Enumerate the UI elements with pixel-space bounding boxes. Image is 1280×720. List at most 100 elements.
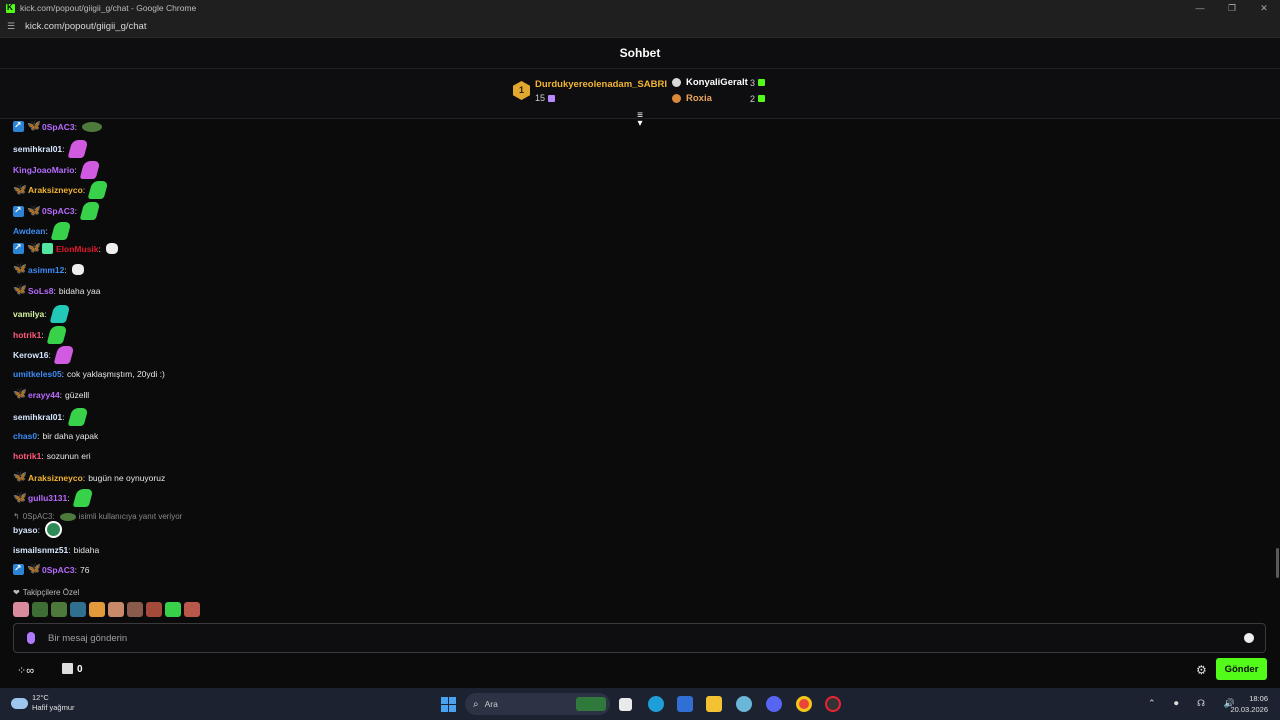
chat-message: hotrik1: xyxy=(13,326,68,344)
chat-username[interactable]: asimm12 xyxy=(28,265,64,275)
moderator-badge-icon xyxy=(13,205,24,217)
chat-username[interactable]: semihkral01 xyxy=(13,412,62,422)
discord-icon[interactable] xyxy=(766,696,782,712)
address-bar[interactable]: ☰ kick.com/popout/giigii_g/chat xyxy=(0,16,1280,38)
subscriber-badge-icon: 🦋 xyxy=(27,204,41,217)
leaderboard-second[interactable]: KonyaliGeralt 3 xyxy=(672,77,766,88)
microsoft-store-icon[interactable] xyxy=(677,696,693,712)
file-explorer-icon[interactable] xyxy=(706,696,722,712)
bronze-medal-icon xyxy=(672,94,681,103)
rank-1-badge: 1 xyxy=(513,81,530,100)
chat-message: 🦋 0SpAC3: xyxy=(13,202,101,220)
subscriber-badge-icon: 🦋 xyxy=(13,471,27,483)
chat-username[interactable]: 0SpAC3 xyxy=(42,565,75,575)
chat-username[interactable]: vamilya xyxy=(13,309,44,319)
task-view-icon[interactable] xyxy=(619,698,632,711)
quick-emote-icon[interactable] xyxy=(165,602,181,617)
url-text[interactable]: kick.com/popout/giigii_g/chat xyxy=(25,21,146,32)
round-emote-icon xyxy=(44,521,62,538)
taskbar-search[interactable]: ⌕ Ara xyxy=(465,693,610,715)
store-icon[interactable] xyxy=(62,663,73,674)
chrome-icon[interactable] xyxy=(796,696,812,712)
window-controls: — ❐ ✕ xyxy=(1184,0,1280,16)
site-settings-icon[interactable]: ☰ xyxy=(7,21,17,32)
close-button[interactable]: ✕ xyxy=(1248,0,1280,16)
chat-username[interactable]: hotrik1 xyxy=(13,330,41,340)
chat-username[interactable]: Araksizneyco xyxy=(28,473,83,483)
chat-username[interactable]: 0SpAC3 xyxy=(42,206,75,216)
chat-username[interactable]: ElonMusik xyxy=(56,244,99,254)
chat-scrollbar[interactable] xyxy=(1276,548,1279,578)
chat-username[interactable]: chas0 xyxy=(13,431,37,441)
chat-username[interactable]: SoLs8 xyxy=(28,286,54,296)
reply-arrow-icon: ↰ xyxy=(13,512,20,521)
quick-emote-icon[interactable] xyxy=(89,602,105,617)
chat-username[interactable]: 0SpAC3 xyxy=(42,122,75,132)
quick-emote-icon[interactable] xyxy=(146,602,162,617)
subscriber-badge-icon: 🦋 xyxy=(13,183,27,196)
settings-gear-icon[interactable]: ⚙ xyxy=(1196,663,1207,677)
leaderboard-first-count: 15 xyxy=(535,93,546,103)
quick-emote-icon[interactable] xyxy=(184,602,200,617)
quick-emote-icon[interactable] xyxy=(32,602,48,617)
store-count: 0 xyxy=(77,664,83,675)
chat-messages[interactable]: 🦋 0SpAC3: semihkral01: KingJoaoMario: 🦋 … xyxy=(0,119,1280,622)
chat-message-text: cok yaklaşmıştım, 20ydi :) xyxy=(67,369,165,379)
weather-widget[interactable]: 12°C Hafif yağmur xyxy=(11,693,75,713)
quick-emote-icon[interactable] xyxy=(108,602,124,617)
chat-username[interactable]: ismailsnmz51 xyxy=(13,545,68,555)
chat-message: 🦋 Araksizneyco: xyxy=(13,181,109,199)
chat-message-text: bir daha yapak xyxy=(42,431,99,441)
chat-username[interactable]: KingJoaoMario xyxy=(13,165,74,175)
edge-browser-icon[interactable] xyxy=(648,696,664,712)
reply-user: 0SpAC3: xyxy=(22,512,55,521)
frog-emote-icon xyxy=(59,512,76,521)
chat-username[interactable]: hotrik1 xyxy=(13,451,41,461)
microphone-icon[interactable] xyxy=(27,632,35,644)
chat-username[interactable]: Awdean xyxy=(13,226,45,236)
emoji-picker-icon[interactable] xyxy=(1244,633,1254,643)
chat-message-text: bidaha xyxy=(73,545,100,555)
windows-start-icon[interactable] xyxy=(441,697,456,712)
reply-text: isimli kullanıcıya yanıt veriyor xyxy=(78,512,183,521)
chat-username[interactable]: Araksizneyco xyxy=(28,185,83,195)
chat-username[interactable]: umitkeles05 xyxy=(13,369,62,379)
quick-emote-icon[interactable] xyxy=(51,602,67,617)
chat-username[interactable]: erayy44 xyxy=(28,390,60,400)
gift-leaderboard: 1 Durdukyereolenadam_SABRI 15 KonyaliGer… xyxy=(0,69,1280,129)
leaderboard-first[interactable]: 1 Durdukyereolenadam_SABRI 15 xyxy=(513,79,667,103)
hands-emote-icon xyxy=(105,243,118,254)
message-input-box[interactable] xyxy=(13,623,1266,653)
subscriber-badge-icon: 🦋 xyxy=(13,284,27,296)
send-button[interactable]: Gönder xyxy=(1216,658,1267,680)
weather-temp: 12°C xyxy=(32,693,49,702)
reply-context[interactable]: ↰ 0SpAC3: isimli kullanıcıya yanıt veriy… xyxy=(13,512,182,521)
quick-emote-icon[interactable] xyxy=(13,602,29,617)
chat-username[interactable]: Kerow16 xyxy=(13,350,48,360)
chat-message-text: sozunun eri xyxy=(46,451,91,461)
gift-icon xyxy=(548,94,556,102)
chat-message: umitkeles05: cok yaklaşmıştım, 20ydi :) xyxy=(13,369,165,379)
chat-username[interactable]: gullu3131 xyxy=(28,493,67,503)
leaderboard-third[interactable]: Roxia 2 xyxy=(672,93,766,104)
chat-message: 🦋 0SpAC3: 76 xyxy=(13,563,89,575)
message-input[interactable] xyxy=(48,632,1244,644)
chat-username[interactable]: semihkral01 xyxy=(13,144,62,154)
obs-icon[interactable] xyxy=(825,696,841,712)
channel-points-icon[interactable]: ⁘∞ xyxy=(17,664,34,677)
dance-emote-icon xyxy=(72,489,94,507)
chat-message: hotrik1: sozunun eri xyxy=(13,451,91,461)
chat-message: byaso: xyxy=(13,521,62,538)
taskbar-clock[interactable]: 18:06 20.03.2026 xyxy=(1228,693,1268,715)
quick-emote-icon[interactable] xyxy=(70,602,86,617)
restore-button[interactable]: ❐ xyxy=(1216,0,1248,16)
chat-username[interactable]: byaso xyxy=(13,525,38,535)
chat-message-text: güzelll xyxy=(65,389,90,400)
minimize-button[interactable]: — xyxy=(1184,0,1216,16)
subscriber-badge-icon: 🦋 xyxy=(27,563,41,575)
rain-cloud-icon xyxy=(11,697,28,709)
quick-emote-bar xyxy=(13,602,200,617)
leaderboard-second-count: 3 xyxy=(750,77,756,88)
quick-emote-icon[interactable] xyxy=(127,602,143,617)
settings-app-icon[interactable] xyxy=(736,696,752,712)
